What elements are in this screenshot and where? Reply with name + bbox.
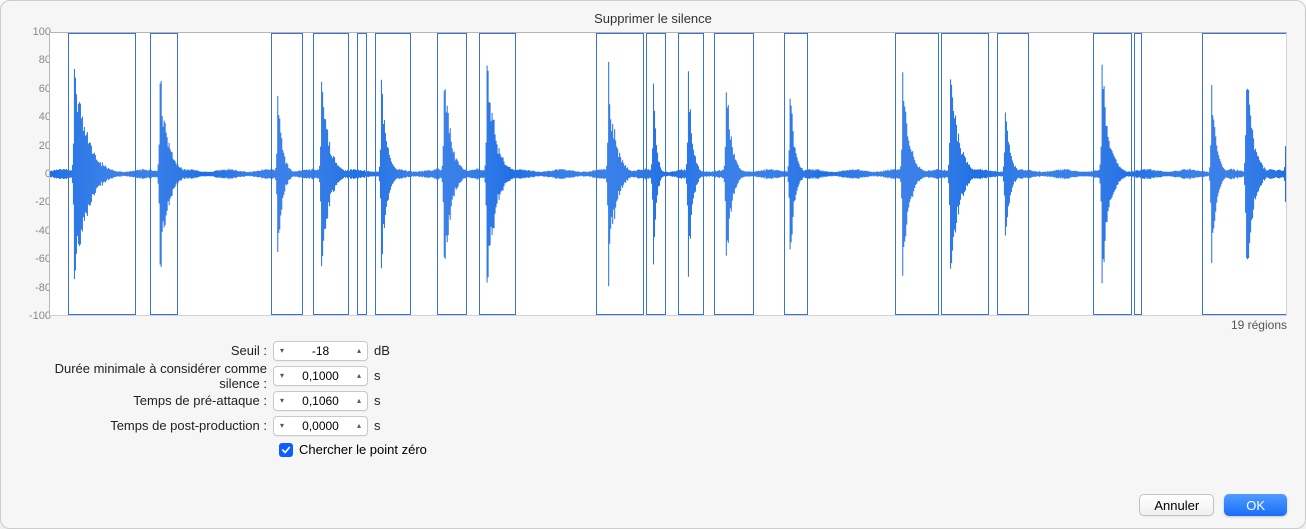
strip-silence-dialog: Supprimer le silence 100806040200-20-40-…	[0, 0, 1306, 529]
param-pre-attack: Temps de pré-attaque : ▾ 0,1060 ▴ s	[19, 388, 1305, 413]
cancel-button[interactable]: Annuler	[1139, 494, 1214, 516]
chevron-up-icon[interactable]: ▴	[351, 421, 367, 430]
post-release-value[interactable]: 0,0000	[290, 419, 351, 433]
chevron-down-icon[interactable]: ▾	[274, 396, 290, 405]
param-search-zero: Chercher le point zéro	[19, 442, 1305, 457]
dialog-footer: Annuler OK	[1139, 494, 1287, 516]
threshold-unit: dB	[374, 343, 396, 358]
search-zero-checkbox[interactable]	[279, 443, 293, 457]
ok-button[interactable]: OK	[1224, 494, 1287, 516]
post-release-label: Temps de post-production :	[19, 418, 273, 433]
check-icon	[281, 445, 291, 455]
chevron-down-icon[interactable]: ▾	[274, 346, 290, 355]
min-silence-value[interactable]: 0,1000	[290, 369, 351, 383]
pre-attack-unit: s	[374, 393, 396, 408]
pre-attack-label: Temps de pré-attaque :	[19, 393, 273, 408]
chevron-down-icon[interactable]: ▾	[274, 371, 290, 380]
y-tick-label: -100	[29, 310, 51, 322]
pre-attack-stepper[interactable]: ▾ 0,1060 ▴	[273, 391, 368, 411]
waveform-area: 100806040200-20-40-60-80-100	[19, 32, 1287, 316]
threshold-label: Seuil :	[19, 343, 273, 358]
post-release-unit: s	[374, 418, 396, 433]
pre-attack-value[interactable]: 0,1060	[290, 394, 351, 408]
min-silence-unit: s	[374, 368, 396, 383]
param-post-release: Temps de post-production : ▾ 0,0000 ▴ s	[19, 413, 1305, 438]
search-zero-label: Chercher le point zéro	[299, 442, 427, 457]
chevron-up-icon[interactable]: ▴	[351, 371, 367, 380]
chevron-up-icon[interactable]: ▴	[351, 346, 367, 355]
param-min-silence: Durée minimale à considérer comme silenc…	[19, 363, 1305, 388]
dialog-title: Supprimer le silence	[1, 7, 1305, 32]
regions-count: 19 régions	[1, 318, 1287, 332]
threshold-stepper[interactable]: ▾ -18 ▴	[273, 341, 368, 361]
chevron-up-icon[interactable]: ▴	[351, 396, 367, 405]
waveform-canvas	[50, 33, 1286, 315]
waveform-frame[interactable]	[49, 32, 1287, 316]
min-silence-label: Durée minimale à considérer comme silenc…	[19, 361, 273, 391]
chevron-down-icon[interactable]: ▾	[274, 421, 290, 430]
parameters: Seuil : ▾ -18 ▴ dB Durée minimale à cons…	[19, 338, 1305, 457]
param-threshold: Seuil : ▾ -18 ▴ dB	[19, 338, 1305, 363]
min-silence-stepper[interactable]: ▾ 0,1000 ▴	[273, 366, 368, 386]
post-release-stepper[interactable]: ▾ 0,0000 ▴	[273, 416, 368, 436]
threshold-value[interactable]: -18	[290, 344, 351, 358]
